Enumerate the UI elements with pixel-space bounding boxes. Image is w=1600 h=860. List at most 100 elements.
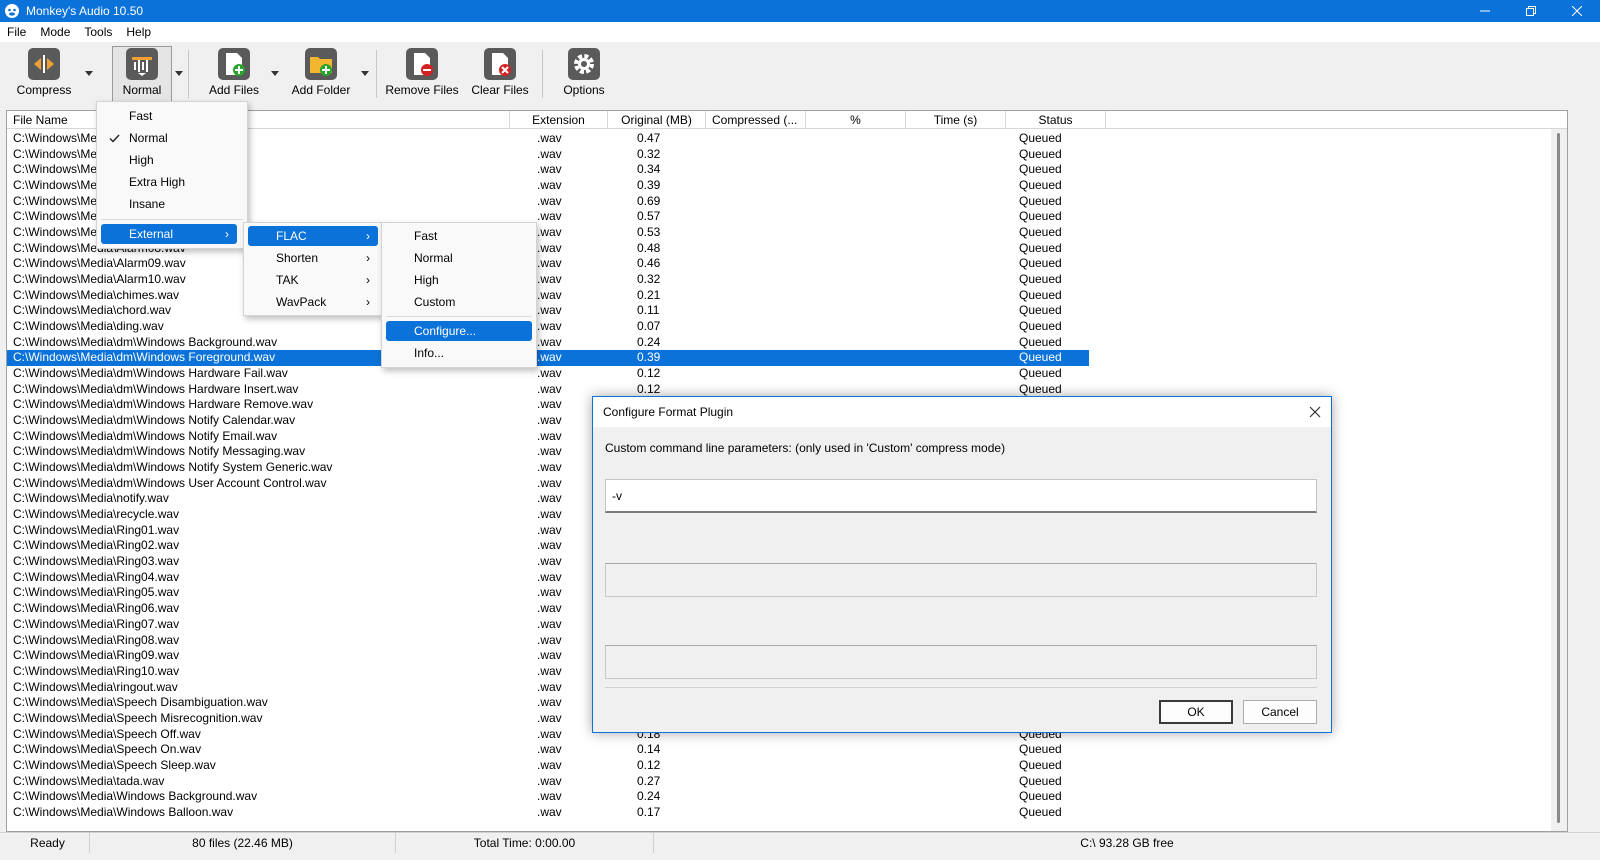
column-file-name[interactable]: File Name	[7, 111, 510, 129]
ok-button[interactable]: OK	[1159, 700, 1233, 724]
flac-menu-fast[interactable]: Fast	[386, 226, 532, 246]
status-bar: Ready 80 files (22.46 MB) Total Time: 0:…	[0, 832, 1600, 860]
external-menu-flac[interactable]: FLAC ›	[248, 226, 378, 246]
cell-extension: .wav	[537, 585, 562, 600]
table-row[interactable]: C:\Windows\Media\Alarm09.wav .wav 0.46 Queu…	[7, 256, 1567, 272]
table-row[interactable]: C:\Windows\Media\chord.wav .wav 0.11 Queued	[7, 303, 1567, 319]
options-button[interactable]: Options	[558, 48, 610, 100]
column-compressed[interactable]: Compressed (...	[706, 111, 806, 129]
cell-file-name: C:\Windows\Media\recycle.wav	[13, 507, 180, 522]
menu-file[interactable]: File	[0, 22, 33, 42]
cell-extension: .wav	[537, 319, 562, 334]
toolbar-separator	[188, 50, 189, 98]
external-menu-tak[interactable]: TAK ›	[248, 270, 378, 290]
mode-menu-normal[interactable]: Normal	[101, 128, 243, 148]
minimize-button[interactable]	[1462, 0, 1508, 22]
mode-menu-extra-high[interactable]: Extra High	[101, 172, 243, 192]
add-files-button[interactable]: Add Files	[204, 48, 264, 100]
cancel-button[interactable]: Cancel	[1243, 700, 1317, 724]
cell-file-name: C:\Windows\Media\Speech Misrecognition.w…	[13, 710, 263, 725]
compress-dropdown-icon[interactable]	[84, 68, 94, 78]
cell-original: 0.21	[637, 287, 661, 302]
compress-button[interactable]: Compress	[16, 48, 72, 100]
cell-original: 0.39	[637, 350, 661, 365]
cell-file-name: C:\Windows\Media\tada.wav	[13, 773, 165, 788]
status-file-count: 80 files (22.46 MB)	[90, 833, 396, 853]
external-menu: FLAC › Shorten › TAK › WavPack ›	[243, 222, 383, 316]
cell-extension: .wav	[537, 303, 562, 318]
column-status[interactable]: Status	[1006, 111, 1106, 129]
flac-menu-info[interactable]: Info...	[386, 343, 532, 363]
flac-menu-high[interactable]: High	[386, 270, 532, 290]
flac-menu-custom[interactable]: Custom	[386, 292, 532, 312]
table-row[interactable]: C:\Windows\Media\Windows Background.wav.…	[7, 789, 1567, 805]
cell-extension: .wav	[537, 397, 562, 412]
cell-extension: .wav	[537, 225, 562, 240]
column-percent[interactable]: %	[806, 111, 906, 129]
menu-tools[interactable]: Tools	[77, 22, 119, 42]
cell-file-name: C:\Windows\Media\dm\Windows Hardware Ins…	[13, 381, 299, 396]
mode-menu-insane[interactable]: Insane	[101, 194, 243, 214]
mode-menu-high[interactable]: High	[101, 150, 243, 170]
chevron-right-icon: ›	[366, 251, 370, 265]
cell-status: Queued	[1019, 287, 1062, 302]
cell-file-name: C:\Windows\Me	[13, 193, 98, 208]
vertical-scrollbar[interactable]	[1551, 129, 1567, 831]
flac-menu-configure[interactable]: Configure...	[386, 321, 532, 341]
table-row[interactable]: C:\Windows\Media\dm\Windows Hardware Fai…	[7, 366, 1567, 382]
status-ready: Ready	[6, 833, 90, 853]
restore-button[interactable]	[1508, 0, 1554, 22]
cell-extension: .wav	[537, 616, 562, 631]
cell-extension: .wav	[537, 334, 562, 349]
table-row[interactable]: C:\Windows\Media\dm\Windows Foreground.w…	[7, 350, 1089, 367]
mode-menu-fast[interactable]: Fast	[101, 106, 243, 126]
menu-mode[interactable]: Mode	[33, 22, 77, 42]
cell-file-name: C:\Windows\Media\dm\Windows Notify Email…	[13, 428, 278, 443]
table-row[interactable]: C:\Windows\Media\dm\Windows Background.w…	[7, 334, 1567, 351]
flac-menu-normal[interactable]: Normal	[386, 248, 532, 268]
cell-file-name: C:\Windows\Media\dm\Windows Hardware Rem…	[13, 397, 314, 412]
toolbar: Compress Normal Add Files Add Folder Rem…	[0, 42, 1600, 102]
table-row[interactable]: C:\Windows\Media\Speech Sleep.wav .wav 0.1…	[7, 758, 1567, 774]
tertiary-input	[605, 645, 1317, 679]
table-row[interactable]: C:\Windows\Media\Speech On.wav .wav 0.14 Qu…	[7, 742, 1567, 758]
cell-extension: .wav	[537, 272, 562, 287]
table-row[interactable]: C:\Windows\Media\Windows Balloon.wav .wav…	[7, 805, 1567, 821]
secondary-input	[605, 563, 1317, 597]
cell-file-name: C:\Windows\Media\Ring07.wav	[13, 616, 180, 631]
table-row[interactable]: C:\Windows\Media\Alarm10.wav .wav 0.32 Queu…	[7, 272, 1567, 288]
check-icon	[107, 128, 121, 148]
params-label: Custom command line parameters: (only us…	[605, 441, 1006, 455]
close-button[interactable]	[1554, 0, 1600, 22]
clear-files-button[interactable]: Clear Files	[470, 48, 530, 100]
close-icon[interactable]	[1307, 404, 1323, 420]
cell-extension: .wav	[537, 726, 562, 741]
cell-original: 0.34	[637, 162, 661, 177]
add-folder-dropdown-icon[interactable]	[360, 68, 370, 78]
cell-extension: .wav	[537, 209, 562, 224]
cell-status: Queued	[1019, 350, 1062, 365]
mode-menu: Fast Normal High Extra High Insane Exter…	[96, 101, 248, 249]
column-extension[interactable]: Extension	[510, 111, 608, 129]
normal-dropdown-icon[interactable]	[174, 68, 184, 78]
add-files-dropdown-icon[interactable]	[270, 68, 280, 78]
table-row[interactable]: C:\Windows\Media\ding.wav .wav 0.07 Queued	[7, 319, 1567, 335]
table-row[interactable]: C:\Windows\Media\chimes.wav .wav 0.21 Queue…	[7, 287, 1567, 304]
column-original[interactable]: Original (MB)	[608, 111, 706, 129]
cell-status: Queued	[1019, 162, 1062, 177]
cell-file-name: C:\Windows\Media\dm\Windows Hardware Fai…	[13, 366, 288, 381]
params-input[interactable]	[605, 479, 1317, 513]
remove-files-button[interactable]: Remove Files	[385, 48, 459, 100]
add-folder-button[interactable]: Add Folder	[290, 48, 352, 100]
table-row[interactable]: C:\Windows\Media\tada.wav .wav 0.27 Queued	[7, 773, 1567, 790]
mode-menu-external[interactable]: External ›	[101, 224, 237, 244]
scrollbar-thumb[interactable]	[1557, 133, 1560, 823]
menu-help[interactable]: Help	[119, 22, 158, 42]
normal-mode-button[interactable]: Normal	[114, 48, 170, 100]
column-time[interactable]: Time (s)	[906, 111, 1006, 129]
cell-original: 0.47	[637, 131, 661, 145]
cell-extension: .wav	[537, 350, 562, 365]
external-menu-shorten[interactable]: Shorten ›	[248, 248, 378, 268]
external-menu-wavpack[interactable]: WavPack ›	[248, 292, 378, 312]
cell-extension: .wav	[537, 381, 562, 396]
